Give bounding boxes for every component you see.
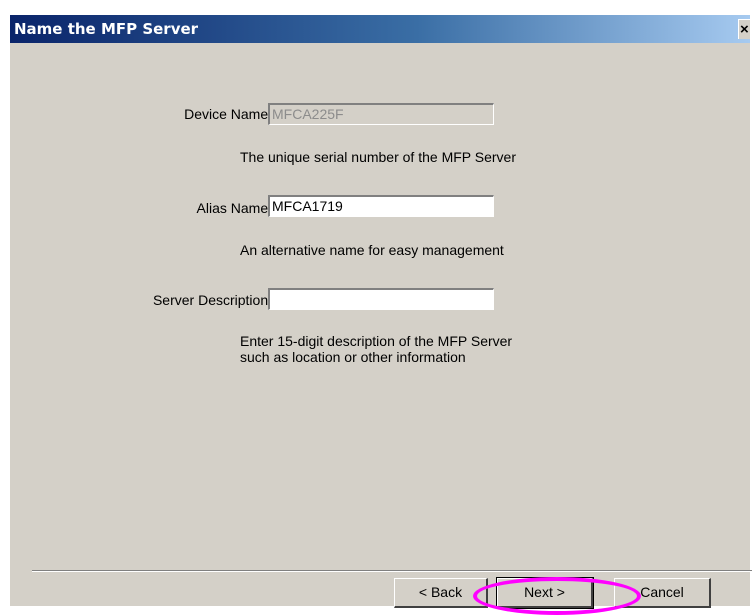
- alias-name-label: Alias Name:: [196, 200, 272, 216]
- server-description-hint-line2: such as location or other information: [240, 349, 466, 365]
- device-name-label: Device Name:: [184, 106, 272, 122]
- alias-name-input[interactable]: MFCA1719: [268, 195, 494, 217]
- back-button[interactable]: < Back: [394, 578, 488, 608]
- alias-name-description: An alternative name for easy management: [240, 242, 504, 258]
- divider: [32, 570, 752, 572]
- server-description-input[interactable]: [268, 288, 494, 310]
- dialog-window: Name the MFP Server × Device Name: MFCA2…: [8, 13, 752, 606]
- close-button[interactable]: ×: [738, 19, 750, 39]
- server-description-hint-line1: Enter 15-digit description of the MFP Se…: [240, 333, 513, 349]
- device-name-field: MFCA225F: [268, 103, 494, 125]
- cancel-button[interactable]: Cancel: [614, 578, 711, 608]
- title-bar: Name the MFP Server ×: [10, 15, 750, 43]
- next-button[interactable]: Next >: [496, 577, 594, 609]
- server-description-label: Server Description:: [152, 292, 272, 308]
- device-name-description: The unique serial number of the MFP Serv…: [240, 149, 516, 165]
- close-icon: ×: [740, 21, 749, 38]
- window-title: Name the MFP Server: [14, 20, 199, 38]
